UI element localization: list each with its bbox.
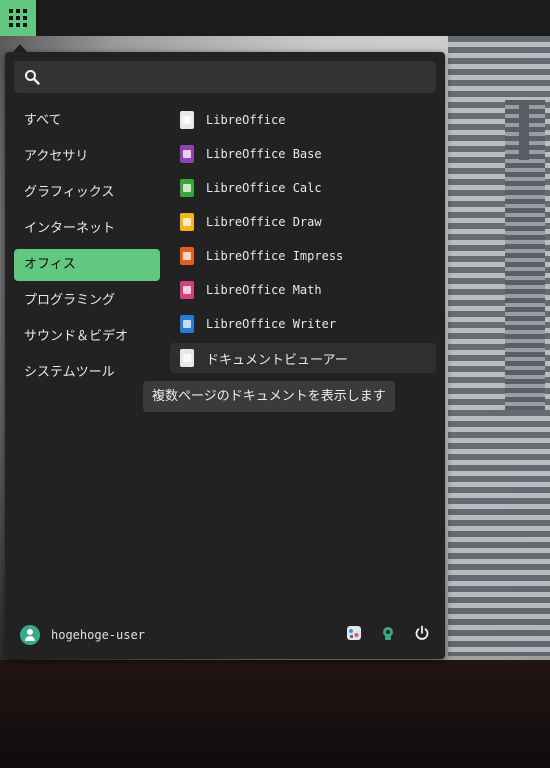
top-panel — [0, 0, 550, 36]
category-item[interactable]: グラフィックス — [14, 177, 160, 209]
user-row[interactable]: hogehoge-user — [20, 624, 145, 646]
app-tooltip: 複数ページのドキュメントを表示します — [143, 381, 395, 412]
app-label: LibreOffice Base — [206, 147, 322, 161]
app-item[interactable]: LibreOffice Writer — [170, 309, 436, 339]
app-label: LibreOffice Draw — [206, 215, 322, 229]
app-label: LibreOffice — [206, 113, 286, 127]
app-label: LibreOffice Writer — [206, 317, 337, 331]
app-item[interactable]: LibreOffice Impress — [170, 241, 436, 271]
category-item[interactable]: アクセサリ — [14, 141, 160, 173]
app-label: LibreOffice Calc — [206, 181, 322, 195]
libreoffice-draw-icon — [180, 213, 194, 231]
grid-icon — [9, 9, 27, 27]
settings-icon[interactable] — [345, 624, 363, 642]
app-label: ドキュメントビューアー — [206, 352, 348, 368]
search-box[interactable] — [14, 61, 436, 95]
app-item[interactable]: LibreOffice Math — [170, 275, 436, 305]
app-label: LibreOffice Math — [206, 283, 322, 297]
libreoffice-base-icon — [180, 145, 194, 163]
session-actions — [345, 624, 431, 642]
category-item[interactable]: サウンド＆ビデオ — [14, 321, 160, 353]
wallpaper-spire — [519, 100, 529, 160]
power-icon[interactable] — [413, 624, 431, 642]
app-label: LibreOffice Impress — [206, 249, 344, 263]
search-icon — [25, 70, 40, 85]
user-avatar-icon — [20, 625, 40, 645]
category-item[interactable]: システムツール — [14, 357, 160, 389]
libreoffice-calc-icon — [180, 179, 194, 197]
app-item[interactable]: LibreOffice Calc — [170, 173, 436, 203]
lock-icon[interactable] — [379, 624, 397, 642]
libreoffice-icon — [180, 111, 194, 129]
search-input[interactable] — [50, 61, 434, 95]
category-item[interactable]: インターネット — [14, 213, 160, 245]
app-list: LibreOffice LibreOffice Base LibreOffice C… — [170, 105, 436, 377]
wallpaper-shadow — [0, 660, 550, 768]
application-menu: すべてアクセサリグラフィックス インターネット オフィスプログラミング サウンド＆ビデ… — [5, 52, 445, 659]
category-item[interactable]: プログラミング — [14, 285, 160, 317]
category-item[interactable]: すべて — [14, 105, 160, 137]
libreoffice-math-icon — [180, 281, 194, 299]
category-item[interactable]: オフィス — [14, 249, 160, 281]
document-viewer-icon — [180, 349, 194, 367]
app-item[interactable]: LibreOffice Draw — [170, 207, 436, 237]
app-menu-button[interactable] — [0, 0, 36, 36]
libreoffice-impress-icon — [180, 247, 194, 265]
category-list: すべてアクセサリグラフィックス インターネット オフィスプログラミング サウンド＆ビデ… — [14, 105, 160, 393]
app-item[interactable]: LibreOffice Base — [170, 139, 436, 169]
username: hogehoge-user — [51, 628, 145, 642]
app-item[interactable]: ドキュメントビューアー — [170, 343, 436, 373]
libreoffice-writer-icon — [180, 315, 194, 333]
app-item[interactable]: LibreOffice — [170, 105, 436, 135]
